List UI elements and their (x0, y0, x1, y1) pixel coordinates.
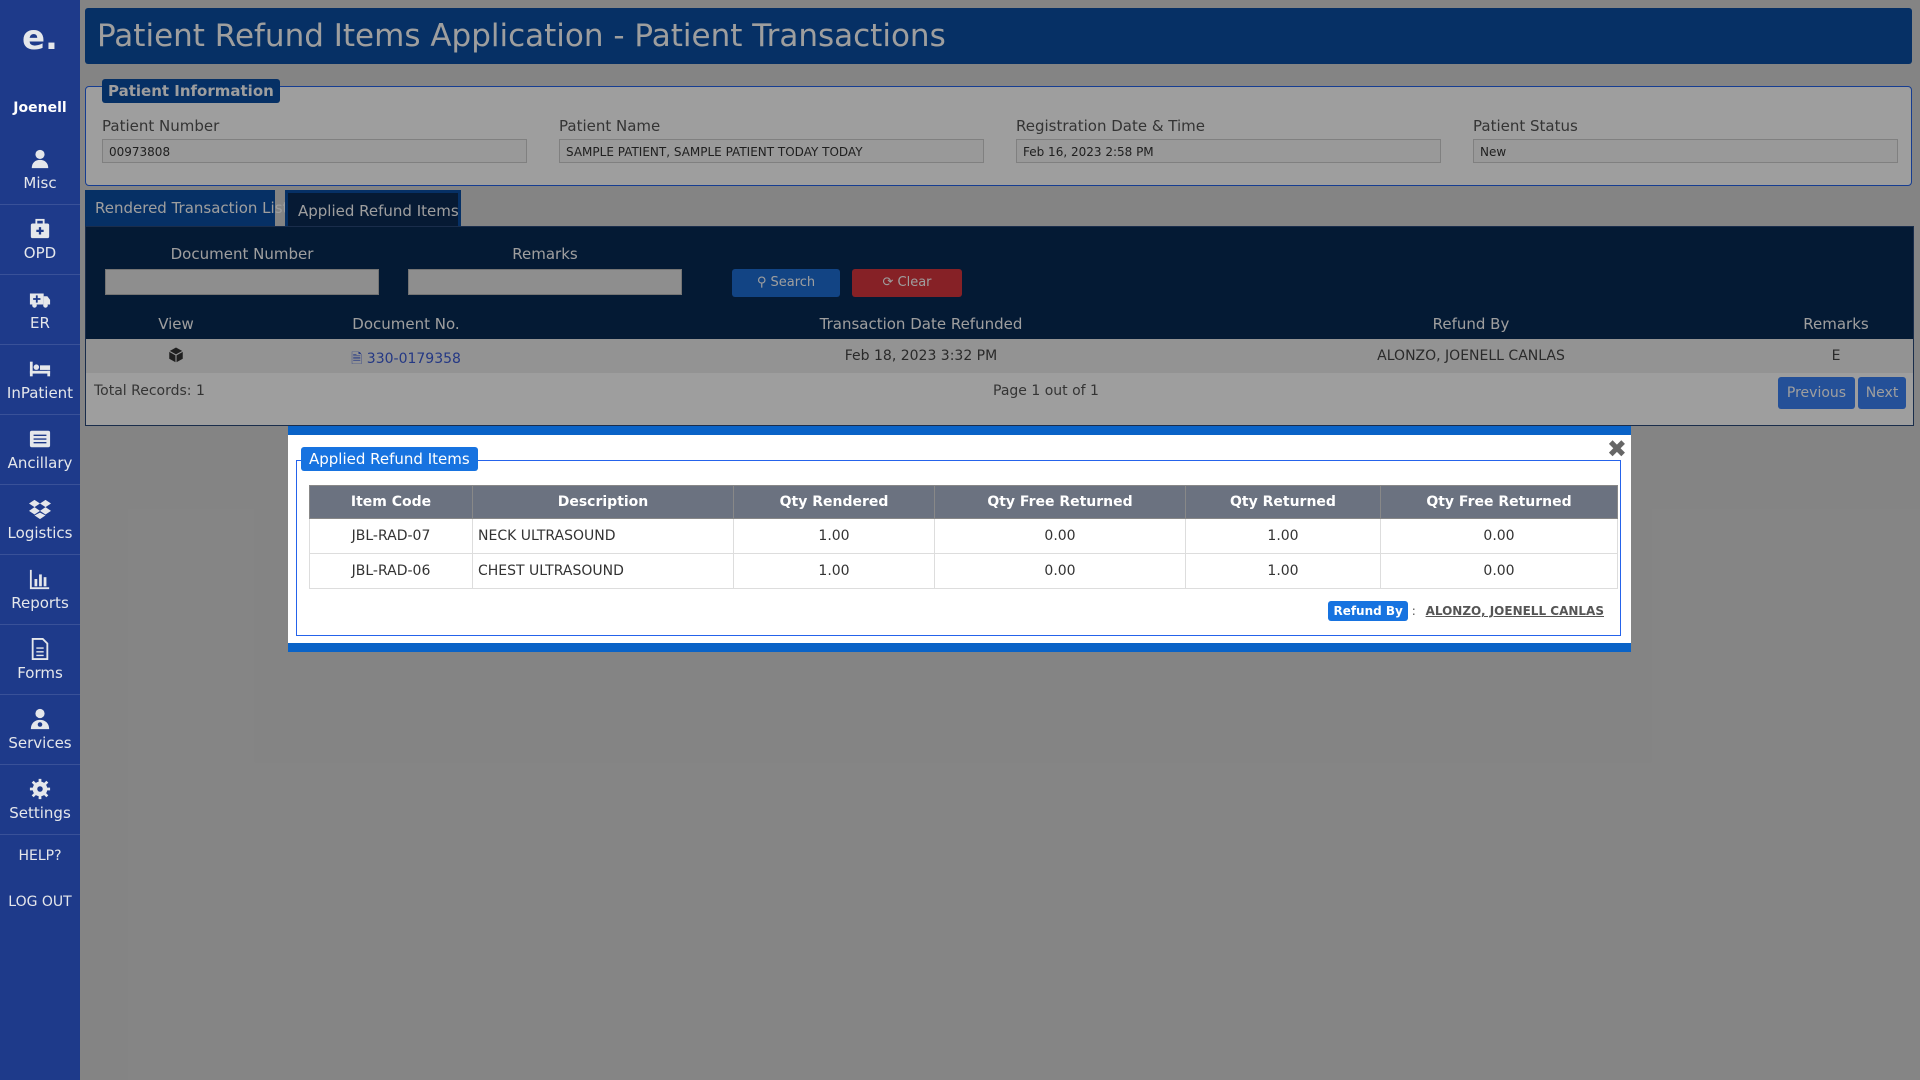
sidebar-item-misc[interactable]: Misc (0, 136, 80, 205)
refund-by-badge: Refund By (1328, 601, 1408, 621)
medkit-icon (30, 218, 50, 239)
col-qty-returned: Qty Returned (1185, 485, 1381, 519)
refund-by-name: ALONZO, JOENELL CANLAS (1425, 604, 1604, 618)
refund-by-row: Refund By : ALONZO, JOENELL CANLAS (1328, 601, 1604, 625)
sidebar-item-label: Misc (23, 174, 57, 192)
sidebar-item-label: OPD (23, 244, 57, 262)
refund-by-separator: : (1411, 604, 1416, 618)
refund-items-table: Item Code Description Qty Rendered Qty F… (309, 485, 1618, 589)
sidebar-item-services[interactable]: Services (0, 696, 80, 765)
col-item-code: Item Code (309, 485, 473, 519)
sidebar-item-inpatient[interactable]: InPatient (0, 346, 80, 415)
applied-refund-items-modal: ✖ Applied Refund Items Item Code Descrip… (288, 426, 1631, 652)
user-icon (31, 149, 49, 169)
item-code: JBL-RAD-07 (309, 518, 473, 554)
bar-chart-icon (29, 569, 50, 590)
bed-icon (29, 361, 51, 377)
table-row: JBL-RAD-07 NECK ULTRASOUND 1.00 0.00 1.0… (309, 518, 1618, 554)
sidebar: e. Joenell Misc OPD ER InPatient Ancilla… (0, 0, 80, 1080)
sidebar-item-er[interactable]: ER (0, 276, 80, 345)
sidebar-item-settings[interactable]: Settings (0, 766, 80, 835)
qty-free-returned: 0.00 (934, 518, 1186, 554)
refund-items-fieldset: Applied Refund Items Item Code Descripti… (296, 447, 1621, 636)
sidebar-item-ancillary[interactable]: Ancillary (0, 416, 80, 485)
qty-returned: 1.00 (1185, 518, 1381, 554)
sidebar-item-reports[interactable]: Reports (0, 556, 80, 625)
help-link[interactable]: HELP? (0, 848, 80, 864)
dropbox-icon (29, 499, 51, 520)
sidebar-item-opd[interactable]: OPD (0, 206, 80, 275)
modal-legend: Applied Refund Items (301, 447, 478, 471)
close-icon[interactable]: ✖ (1607, 435, 1627, 463)
sidebar-item-label: ER (30, 314, 50, 332)
sidebar-item-label: Ancillary (7, 454, 73, 472)
sidebar-item-label: Forms (17, 664, 63, 682)
sidebar-item-label: Reports (11, 594, 69, 612)
gear-icon (29, 778, 51, 800)
col-description: Description (472, 485, 734, 519)
app-logo: e. (22, 18, 58, 58)
qty-free-returned: 0.00 (934, 553, 1186, 589)
qty-returned: 1.00 (1185, 553, 1381, 589)
col-qty-rendered: Qty Rendered (733, 485, 935, 519)
item-description: CHEST ULTRASOUND (472, 553, 734, 589)
col-qty-free-returned-2: Qty Free Returned (1380, 485, 1618, 519)
item-code: JBL-RAD-06 (309, 553, 473, 589)
qty-rendered: 1.00 (733, 553, 935, 589)
qty-free-returned-2: 0.00 (1380, 553, 1618, 589)
ambulance-icon (29, 293, 51, 308)
qty-rendered: 1.00 (733, 518, 935, 554)
document-icon (31, 638, 49, 660)
user-name: Joenell (13, 100, 67, 116)
refund-items-header: Item Code Description Qty Rendered Qty F… (309, 485, 1618, 519)
sidebar-item-label: Settings (9, 804, 71, 822)
col-qty-free-returned: Qty Free Returned (934, 485, 1186, 519)
logout-link[interactable]: LOG OUT (0, 894, 80, 910)
table-row: JBL-RAD-06 CHEST ULTRASOUND 1.00 0.00 1.… (309, 553, 1618, 589)
item-description: NECK ULTRASOUND (472, 518, 734, 554)
sidebar-item-logistics[interactable]: Logistics (0, 486, 80, 555)
list-icon (29, 430, 51, 448)
user-md-icon (30, 708, 50, 730)
qty-free-returned-2: 0.00 (1380, 518, 1618, 554)
sidebar-item-forms[interactable]: Forms (0, 626, 80, 695)
sidebar-item-label: Logistics (7, 524, 73, 542)
sidebar-item-label: Services (8, 734, 72, 752)
sidebar-item-label: InPatient (6, 384, 74, 402)
